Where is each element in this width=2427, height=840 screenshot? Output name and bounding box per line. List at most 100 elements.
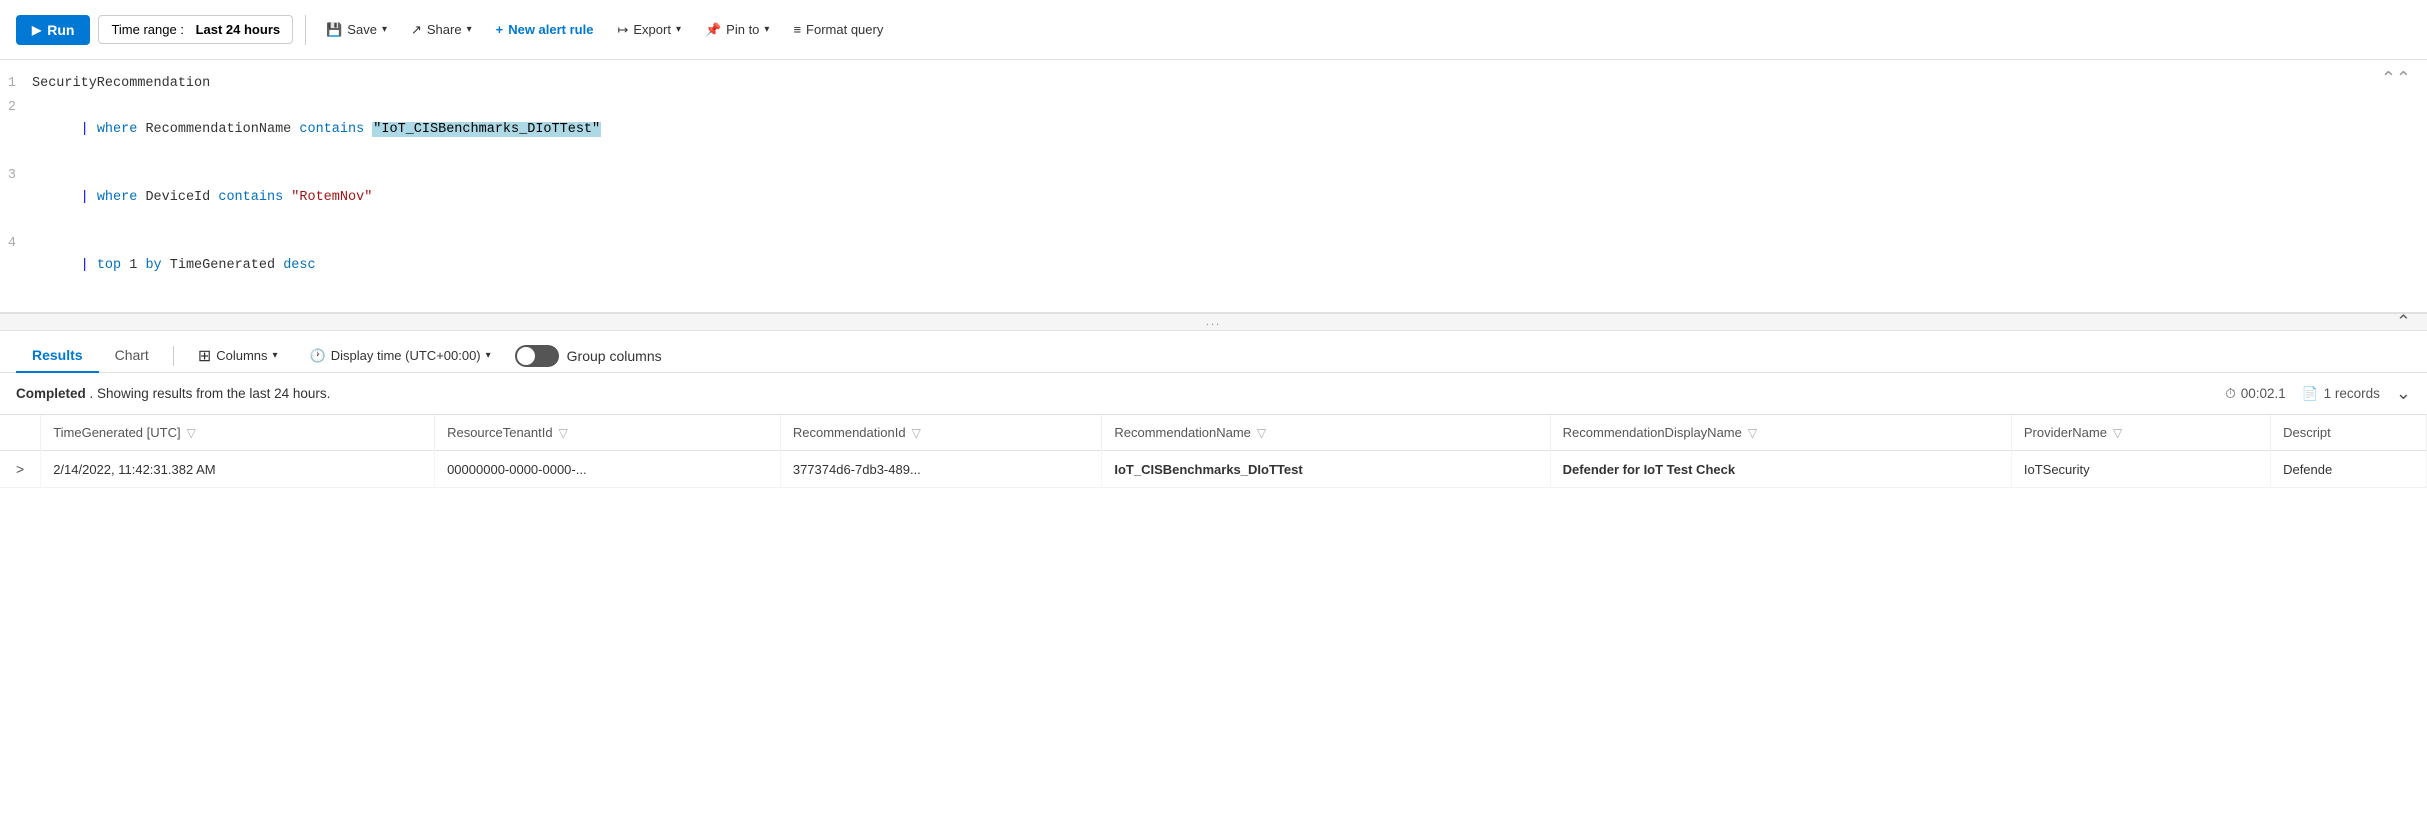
format-query-button[interactable]: ≡ Format query [785, 16, 891, 43]
line-content-4: | top 1 by TimeGenerated desc [32, 233, 316, 299]
timer-icon: ⏱ [2225, 386, 2236, 402]
toolbar-separator-1 [305, 15, 306, 45]
td-tenant: 00000000-0000-0000-... [435, 451, 781, 488]
filter-icon-tenant[interactable]: ▽ [559, 426, 568, 440]
columns-button[interactable]: ⊞ Columns ▾ [190, 342, 286, 370]
results-table-wrapper[interactable]: TimeGenerated [UTC] ▽ ResourceTenantId ▽… [0, 415, 2427, 840]
query-line-2: 2 | where RecommendationName contains "I… [0, 96, 2427, 164]
collapse-icon[interactable]: ⌃⌃ [2381, 70, 2411, 90]
tab-chart[interactable]: Chart [99, 339, 165, 373]
pin-to-label: Pin to [726, 22, 759, 37]
format-query-icon: ≡ [793, 22, 801, 37]
play-icon: ▶ [32, 23, 41, 37]
save-icon: 💾 [326, 22, 342, 38]
filter-icon-recid[interactable]: ▽ [912, 426, 921, 440]
row-expand-button[interactable]: > [12, 461, 28, 477]
record-count: 1 records [2324, 386, 2380, 401]
th-description: Descript [2271, 415, 2427, 451]
line-content-2: | where RecommendationName contains "IoT… [32, 97, 601, 163]
th-recommendation-id: RecommendationId ▽ [780, 415, 1102, 451]
time-range-prefix: Time range : [111, 22, 184, 37]
resize-handle[interactable]: ... ⌃ [0, 313, 2427, 331]
export-chevron-icon: ▾ [676, 24, 681, 35]
export-icon: ↦ [617, 22, 628, 38]
share-label: Share [427, 22, 462, 37]
columns-label: Columns [216, 348, 267, 363]
tab-controls: ⊞ Columns ▾ 🕐 Display time (UTC+00:00) ▾… [190, 342, 662, 370]
display-time-button[interactable]: 🕐 Display time (UTC+00:00) ▾ [302, 344, 499, 368]
share-icon: ↗ [411, 22, 422, 38]
pin-to-button[interactable]: 📌 Pin to ▾ [697, 16, 777, 44]
filter-icon-displayname[interactable]: ▽ [1748, 426, 1757, 440]
status-text: Completed . Showing results from the las… [16, 386, 330, 401]
records-icon: 📄 [2302, 386, 2319, 402]
th-time-generated: TimeGenerated [UTC] ▽ [41, 415, 435, 451]
save-button[interactable]: 💾 Save ▾ [318, 16, 395, 44]
group-columns-toggle-wrapper: Group columns [515, 345, 662, 367]
elapsed-time-item: ⏱ 00:02.1 [2225, 386, 2286, 402]
editor-collapse-area: ⌃⌃ [2381, 68, 2411, 90]
display-time-label: Display time (UTC+00:00) [331, 348, 481, 363]
tab-results[interactable]: Results [16, 339, 99, 373]
th-display-name: RecommendationDisplayName ▽ [1550, 415, 2011, 451]
query-editor[interactable]: 1 SecurityRecommendation 2 | where Recom… [0, 60, 2427, 313]
status-bar: Completed . Showing results from the las… [0, 373, 2427, 415]
query-line-4: 4 | top 1 by TimeGenerated desc [0, 232, 2427, 300]
expand-results-button[interactable]: ⌄ [2396, 383, 2411, 404]
td-expand: > [0, 451, 41, 488]
new-alert-button[interactable]: + New alert rule [488, 16, 602, 43]
table-row: > 2/14/2022, 11:42:31.382 AM 00000000-00… [0, 451, 2427, 488]
query-line-1: 1 SecurityRecommendation [0, 72, 2427, 96]
td-description: Defende [2271, 451, 2427, 488]
toggle-thumb [517, 347, 535, 365]
th-provider-name: ProviderName ▽ [2011, 415, 2270, 451]
th-recommendation-name: RecommendationName ▽ [1102, 415, 1550, 451]
run-button[interactable]: ▶ Run [16, 15, 90, 45]
group-columns-toggle[interactable] [515, 345, 559, 367]
td-rec-name: IoT_CISBenchmarks_DIoTTest [1102, 451, 1550, 488]
line-number-1: 1 [0, 73, 32, 95]
th-resource-tenant: ResourceTenantId ▽ [435, 415, 781, 451]
clock-icon: 🕐 [310, 348, 326, 364]
td-time: 2/14/2022, 11:42:31.382 AM [41, 451, 435, 488]
toolbar: ▶ Run Time range : Last 24 hours 💾 Save … [0, 0, 2427, 60]
collapse-button[interactable]: ⌃ [2396, 312, 2411, 333]
td-rec-id: 377374d6-7db3-489... [780, 451, 1102, 488]
results-table: TimeGenerated [UTC] ▽ ResourceTenantId ▽… [0, 415, 2427, 488]
status-right: ⏱ 00:02.1 📄 1 records ⌄ [2225, 383, 2411, 404]
run-label: Run [47, 22, 74, 38]
export-button[interactable]: ↦ Export ▾ [609, 16, 689, 44]
group-columns-label: Group columns [567, 348, 662, 364]
status-detail: . Showing results from the last 24 hours… [90, 386, 331, 401]
status-completed: Completed [16, 386, 86, 401]
line-number-2: 2 [0, 97, 32, 119]
td-provider: IoTSecurity [2011, 451, 2270, 488]
line-number-4: 4 [0, 233, 32, 255]
share-button[interactable]: ↗ Share ▾ [403, 16, 480, 44]
save-label: Save [347, 22, 377, 37]
new-alert-plus-icon: + [496, 22, 504, 37]
th-expand [0, 415, 41, 451]
line-content-3: | where DeviceId contains "RotemNov" [32, 165, 372, 231]
pin-chevron-icon: ▾ [764, 24, 769, 35]
share-chevron-icon: ▾ [467, 24, 472, 35]
columns-icon: ⊞ [198, 346, 211, 366]
tab-results-label: Results [32, 347, 83, 363]
time-range-button[interactable]: Time range : Last 24 hours [98, 15, 293, 44]
filter-icon-time[interactable]: ▽ [187, 426, 196, 440]
new-alert-label: New alert rule [508, 22, 593, 37]
table-header: TimeGenerated [UTC] ▽ ResourceTenantId ▽… [0, 415, 2427, 451]
export-label: Export [633, 22, 671, 37]
resize-dots: ... [1206, 316, 1221, 328]
results-tabs: Results Chart ⊞ Columns ▾ 🕐 Display time… [0, 331, 2427, 373]
table-header-row: TimeGenerated [UTC] ▽ ResourceTenantId ▽… [0, 415, 2427, 451]
tabs-separator [173, 346, 174, 366]
format-query-label: Format query [806, 22, 883, 37]
filter-icon-recname[interactable]: ▽ [1257, 426, 1266, 440]
filter-icon-provider[interactable]: ▽ [2113, 426, 2122, 440]
save-chevron-icon: ▾ [382, 24, 387, 35]
display-time-chevron-icon: ▾ [486, 350, 491, 361]
time-range-value: Last 24 hours [196, 22, 281, 37]
results-section: Results Chart ⊞ Columns ▾ 🕐 Display time… [0, 331, 2427, 840]
table-body: > 2/14/2022, 11:42:31.382 AM 00000000-00… [0, 451, 2427, 488]
